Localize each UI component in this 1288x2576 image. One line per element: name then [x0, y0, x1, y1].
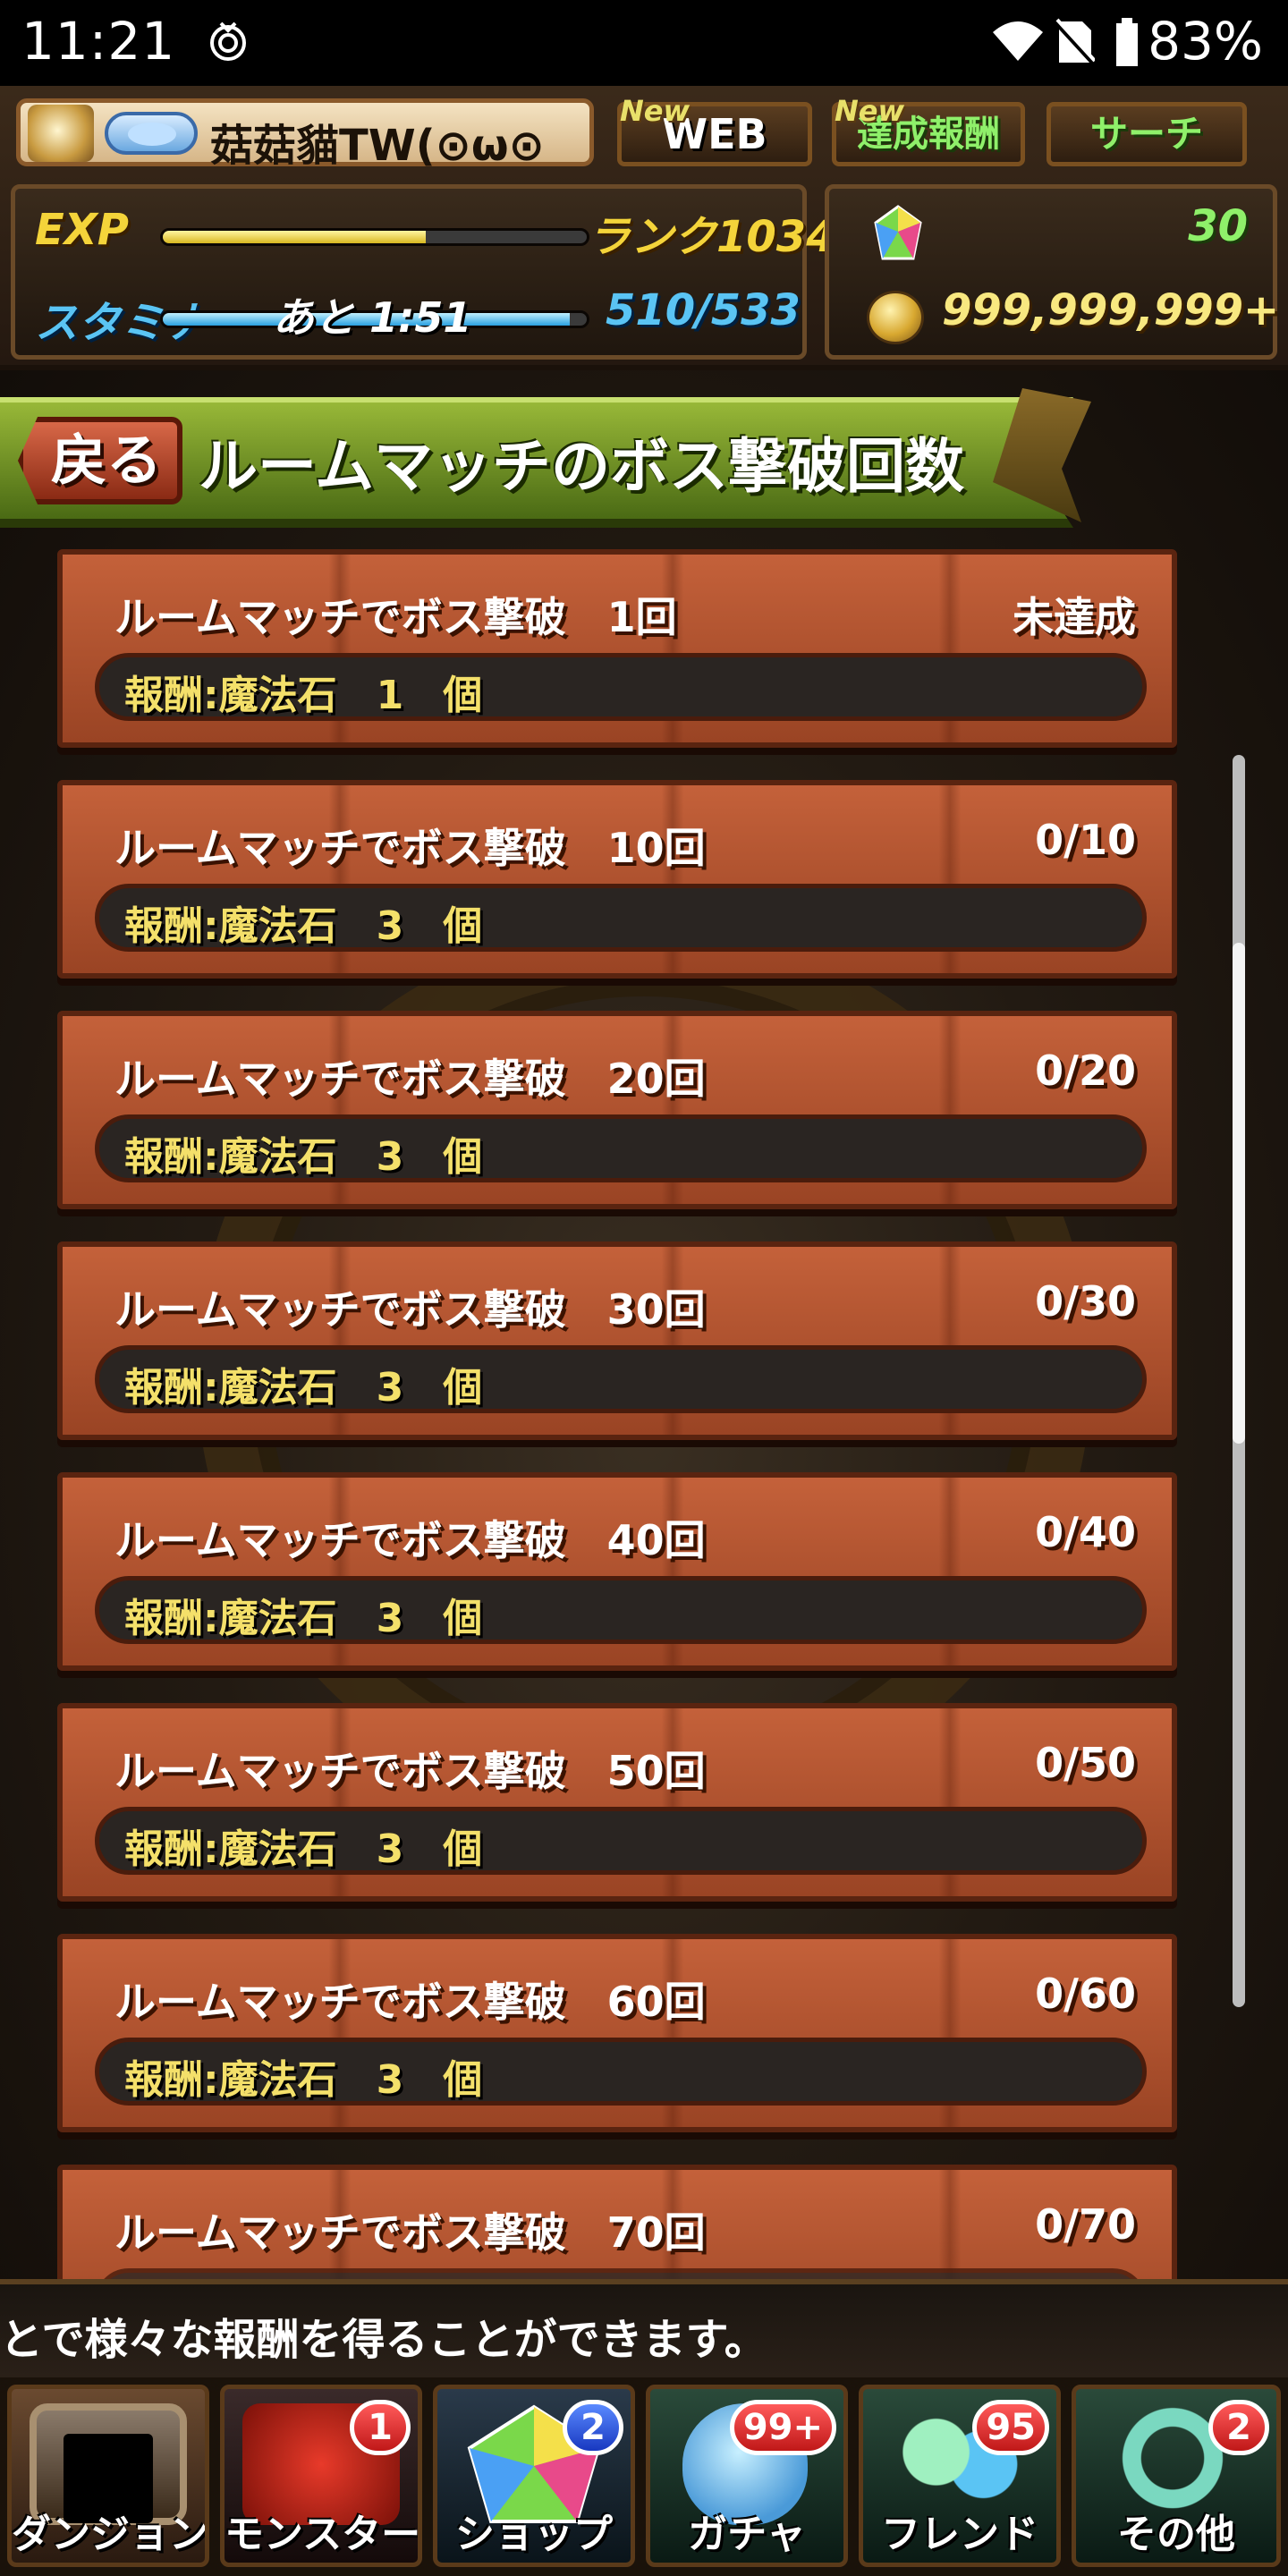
- nav-label: ガチャ: [688, 2512, 806, 2557]
- reward-text: 報酬:魔法石 3 個: [124, 1134, 483, 1180]
- mission-progress: 0/50: [1035, 1739, 1136, 1787]
- mission-title: ルームマッチでボス撃破 60回: [114, 1978, 706, 2026]
- battery-percent: 83%: [1148, 11, 1263, 72]
- mission-title: ルームマッチでボス撃破 40回: [114, 1516, 706, 1564]
- new-label: New: [835, 94, 905, 128]
- mission-progress: 0/20: [1035, 1046, 1136, 1095]
- reward-bar: 報酬:魔法石 3 個: [95, 2038, 1147, 2106]
- player-avatar: [28, 105, 94, 162]
- reward-bar: 報酬:魔法石 3 個: [95, 1345, 1147, 1413]
- ticker-text: とで様々な報酬を得ることができます。: [0, 2315, 767, 2365]
- mission-title: ルームマッチでボス撃破 70回: [114, 2208, 706, 2257]
- list-item[interactable]: ルームマッチでボス撃破 40回 0/40 報酬:魔法石 3 個: [57, 1472, 1177, 1671]
- rank: ランク1034: [588, 212, 836, 262]
- magic-stone-count: 30: [1188, 201, 1248, 251]
- fingerprint-icon: [208, 18, 249, 75]
- mission-title: ルームマッチでボス撃破 20回: [114, 1055, 706, 1103]
- reward-bar: 報酬:魔法石 3 個: [95, 1114, 1147, 1182]
- no-sim-icon: [1053, 18, 1097, 77]
- reward-bar: 報酬:魔法石 3 個: [95, 1576, 1147, 1644]
- notification-badge: 2: [1208, 2400, 1269, 2455]
- list-item[interactable]: ルームマッチでボス撃破 20回 0/20 報酬:魔法石 3 個: [57, 1011, 1177, 1209]
- nav-friend[interactable]: 95 フレンド: [859, 2385, 1061, 2567]
- nav-monster[interactable]: 1 モンスター: [220, 2385, 422, 2567]
- coin-count: 999,999,999+: [942, 285, 1280, 335]
- currency-panel[interactable]: 30 999,999,999+: [825, 184, 1280, 360]
- stamina-count: 510/533: [606, 285, 801, 335]
- back-button[interactable]: 戻る: [18, 417, 182, 504]
- nav-label: ダンジョン: [12, 2512, 208, 2557]
- player-name: 菇菇貓TW(⊙ω⊙: [210, 121, 545, 171]
- list-item[interactable]: ルームマッチでボス撃破 10回 0/10 報酬:魔法石 3 個: [57, 780, 1177, 979]
- status-bar: 11:21 83%: [0, 0, 1288, 86]
- mission-progress: 0/30: [1035, 1277, 1136, 1326]
- info-ticker: とで様々な報酬を得ることができます。: [0, 2279, 1288, 2377]
- leader-monster-icon: [105, 112, 198, 155]
- mission-progress: 0/40: [1035, 1508, 1136, 1556]
- main-content: 戻る ルームマッチのボス撃破回数 ルームマッチでボス撃破 1回 未達成 報酬:魔…: [0, 370, 1288, 2279]
- notification-badge: 1: [350, 2400, 411, 2455]
- mission-progress: 未達成: [1013, 593, 1136, 641]
- game-header: 菇菇貓TW(⊙ω⊙ New WEB New 達成報酬 サーチ EXP ランク10…: [0, 86, 1288, 370]
- exp-bar: [160, 228, 589, 246]
- list-item[interactable]: ルームマッチでボス撃破 50回 0/50 報酬:魔法石 3 個: [57, 1703, 1177, 1902]
- mission-progress: 0/70: [1035, 2200, 1136, 2249]
- nav-gacha[interactable]: 99+ ガチャ: [646, 2385, 848, 2567]
- exp-label: EXP: [35, 205, 129, 255]
- clock: 11:21: [21, 11, 176, 72]
- nav-label: ショップ: [455, 2512, 613, 2557]
- web-button[interactable]: New WEB: [617, 94, 812, 166]
- search-button-label: サーチ: [1089, 112, 1203, 156]
- new-label: New: [620, 94, 691, 128]
- page-title: ルームマッチのボス撃破回数: [199, 432, 965, 501]
- magic-stone-icon: [874, 205, 922, 260]
- search-button[interactable]: サーチ: [1046, 102, 1247, 166]
- battery-icon: [1114, 18, 1140, 77]
- reward-bar: 報酬:魔法石 3 個: [95, 1807, 1147, 1875]
- mission-title: ルームマッチでボス撃破 30回: [114, 1285, 706, 1334]
- stamina-timer: あと 1:51: [273, 293, 472, 342]
- nav-label: モンスター: [225, 2512, 421, 2557]
- mission-progress: 0/10: [1035, 816, 1136, 864]
- list-item[interactable]: ルームマッチでボス撃破 1回 未達成 報酬:魔法石 1 個: [57, 549, 1177, 748]
- list-item[interactable]: ルームマッチでボス撃破 70回 0/70: [57, 2165, 1177, 2279]
- reward-bar: [95, 2268, 1147, 2279]
- reward-bar: 報酬:魔法石 1 個: [95, 653, 1147, 721]
- nav-shop[interactable]: 2 ショップ: [433, 2385, 635, 2567]
- reward-text: 報酬:魔法石 3 個: [124, 1596, 483, 1641]
- reward-text: 報酬:魔法石 3 個: [124, 1365, 483, 1411]
- nav-dungeon[interactable]: ダンジョン: [7, 2385, 209, 2567]
- nav-other[interactable]: 2 その他: [1072, 2385, 1281, 2567]
- wifi-icon: [991, 18, 1045, 73]
- list-item[interactable]: ルームマッチでボス撃破 30回 0/30 報酬:魔法石 3 個: [57, 1241, 1177, 1440]
- nav-label: フレンド: [881, 2512, 1038, 2557]
- reward-text: 報酬:魔法石 3 個: [124, 903, 483, 949]
- mission-title: ルームマッチでボス撃破 1回: [114, 593, 677, 641]
- notification-badge: 99+: [729, 2400, 836, 2455]
- notification-badge: 95: [972, 2400, 1049, 2455]
- reward-text: 報酬:魔法石 1 個: [124, 673, 483, 718]
- mission-title: ルームマッチでボス撃破 50回: [114, 1747, 706, 1795]
- reward-text: 報酬:魔法石 3 個: [124, 1826, 483, 1872]
- mission-title: ルームマッチでボス撃破 10回: [114, 824, 706, 872]
- mission-list[interactable]: ルームマッチでボス撃破 1回 未達成 報酬:魔法石 1 個 ルームマッチでボス撃…: [0, 549, 1288, 2279]
- mission-progress: 0/60: [1035, 1970, 1136, 2018]
- scrollbar-thumb[interactable]: [1233, 943, 1245, 1444]
- reward-bar: 報酬:魔法石 3 個: [95, 884, 1147, 952]
- profile-button[interactable]: 菇菇貓TW(⊙ω⊙: [16, 98, 594, 171]
- list-item[interactable]: ルームマッチでボス撃破 60回 0/60 報酬:魔法石 3 個: [57, 1934, 1177, 2132]
- coin-icon: [867, 291, 924, 344]
- nav-label: その他: [1117, 2512, 1235, 2557]
- bottom-nav: ダンジョン 1 モンスター 2 ショップ 99+ ガチャ 95 フレンド 2 そ…: [0, 2377, 1288, 2576]
- exp-bar-fill: [163, 231, 426, 243]
- player-stats-panel: EXP ランク1034 スタミナ あと 1:51 510/533: [11, 184, 836, 360]
- notification-badge: 2: [563, 2400, 623, 2455]
- reward-text: 報酬:魔法石 3 個: [124, 2057, 483, 2103]
- achievement-reward-button[interactable]: New 達成報酬: [832, 94, 1025, 166]
